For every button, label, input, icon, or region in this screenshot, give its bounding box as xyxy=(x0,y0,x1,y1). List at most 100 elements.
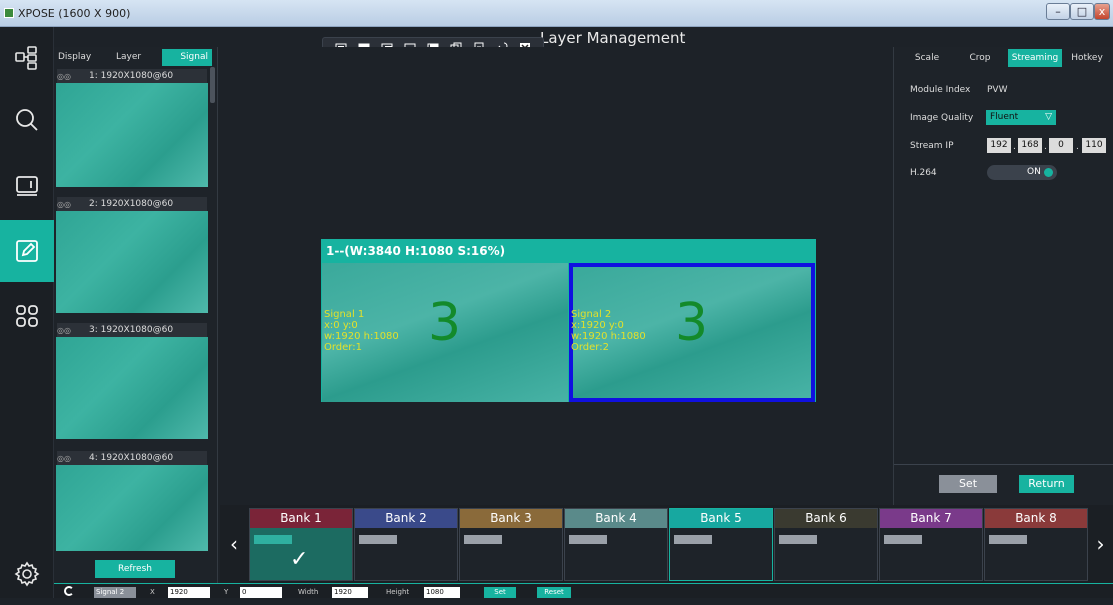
bank-2[interactable]: Bank 2 xyxy=(354,508,458,581)
screen-layout[interactable]: 1--(W:3840 H:1080 S:16%) Signal 1 x:0 y:… xyxy=(321,239,816,402)
bank-next-button[interactable]: › xyxy=(1088,505,1113,583)
tab-streaming[interactable]: Streaming xyxy=(1008,49,1062,67)
layer-number: 3 xyxy=(428,293,462,353)
nav-search-button[interactable] xyxy=(0,89,54,151)
nav-settings-button[interactable] xyxy=(0,543,54,605)
bank-label: Bank 8 xyxy=(985,509,1087,528)
bank-slot xyxy=(254,535,292,544)
bank-8[interactable]: Bank 8 xyxy=(984,508,1088,581)
bank-slot xyxy=(674,535,712,544)
stream-ip-octet-2[interactable]: 168 xyxy=(1018,138,1042,153)
width-label: Width xyxy=(298,588,319,596)
status-set-button[interactable]: Set xyxy=(484,587,516,598)
bank-3[interactable]: Bank 3 xyxy=(459,508,563,581)
bank-1[interactable]: Bank 1 ✓ xyxy=(249,508,353,581)
bank-4[interactable]: Bank 4 xyxy=(564,508,668,581)
preview-icon: ◎◎ xyxy=(57,199,71,209)
layer-info: Signal 2 x:1920 y:0 w:1920 h:1080 Order:… xyxy=(571,309,646,353)
close-button[interactable]: x xyxy=(1094,3,1110,20)
nav-layers-button[interactable] xyxy=(0,27,54,89)
toggle-knob xyxy=(1044,168,1053,177)
nav-edit-button[interactable] xyxy=(0,220,54,282)
tab-hotkey[interactable]: Hotkey xyxy=(1064,49,1110,67)
nav-apps-button[interactable] xyxy=(0,285,54,347)
bank-label: Bank 5 xyxy=(670,509,772,528)
chevron-right-icon: › xyxy=(1096,532,1105,556)
preview-icon: ◎◎ xyxy=(57,325,71,335)
power-icon xyxy=(64,586,74,596)
chevron-down-icon: ▽ xyxy=(1045,112,1052,122)
check-icon: ✓ xyxy=(290,547,309,572)
window-title: XPOSE (1600 X 900) xyxy=(18,7,131,20)
bank-prev-button[interactable]: ‹ xyxy=(220,505,248,583)
return-button[interactable]: Return xyxy=(1019,475,1074,493)
screen-title: 1--(W:3840 H:1080 S:16%) xyxy=(326,244,506,258)
image-quality-select[interactable]: Fluent ▽ xyxy=(986,110,1056,125)
tab-scale[interactable]: Scale xyxy=(902,49,952,67)
settings-icon xyxy=(14,561,40,587)
layer-2[interactable]: Signal 2 x:1920 y:0 w:1920 h:1080 Order:… xyxy=(569,263,815,402)
bank-slot xyxy=(359,535,397,544)
stream-ip-octet-3[interactable]: 0 xyxy=(1049,138,1073,153)
ip-separator: . xyxy=(1013,142,1016,152)
bank-7[interactable]: Bank 7 xyxy=(879,508,983,581)
tab-crop[interactable]: Crop xyxy=(954,49,1006,67)
height-input[interactable]: 1080 xyxy=(424,587,460,598)
chevron-left-icon: ‹ xyxy=(230,532,238,556)
x-input[interactable]: 1920 xyxy=(168,587,210,598)
stream-ip-octet-4[interactable]: 110 xyxy=(1082,138,1106,153)
signal-panel: Display Area Layer Signal ◎◎1: 1920X1080… xyxy=(54,47,218,583)
signal-thumbnail[interactable] xyxy=(56,83,208,187)
bank-label: Bank 4 xyxy=(565,509,667,528)
bank-bar: ‹ Bank 1 ✓ Bank 2 Bank 3 Bank 4 Bank 5 B… xyxy=(220,505,1113,583)
module-index-value: PVW xyxy=(987,85,1008,95)
h264-toggle[interactable]: ON xyxy=(987,165,1057,180)
signal-thumbnail[interactable] xyxy=(56,465,208,551)
preview-icon: ◎◎ xyxy=(57,453,71,463)
signal-thumbnail[interactable] xyxy=(56,337,208,439)
bank-5[interactable]: Bank 5 xyxy=(669,508,773,581)
bank-label: Bank 3 xyxy=(460,509,562,528)
maximize-button[interactable]: □ xyxy=(1070,3,1094,20)
bank-slot xyxy=(989,535,1027,544)
tab-display-area[interactable]: Display Area xyxy=(54,49,112,79)
properties-panel: Scale Crop Streaming Hotkey Module Index… xyxy=(893,47,1113,505)
minimize-button[interactable]: – xyxy=(1046,3,1070,20)
bank-label: Bank 7 xyxy=(880,509,982,528)
ip-separator: . xyxy=(1076,142,1079,152)
signal-field[interactable]: Signal 2 xyxy=(94,587,136,598)
h264-label: H.264 xyxy=(910,168,937,178)
x-label: X xyxy=(150,588,155,596)
signal-list-scrollbar[interactable] xyxy=(210,67,215,103)
width-input[interactable]: 1920 xyxy=(332,587,368,598)
layer-1[interactable]: Signal 1 x:0 y:0 w:1920 h:1080 Order:1 3 xyxy=(322,263,568,402)
layer-number: 3 xyxy=(675,293,709,353)
ip-separator: . xyxy=(1044,142,1047,152)
tab-signal[interactable]: Signal xyxy=(162,49,212,66)
preview-icon: ◎◎ xyxy=(57,71,71,81)
image-quality-label: Image Quality xyxy=(910,113,974,123)
tab-layer[interactable]: Layer xyxy=(112,49,162,66)
bank-label: Bank 1 xyxy=(250,509,352,528)
window-titlebar: XPOSE (1600 X 900) – □ x xyxy=(0,0,1113,27)
bank-6[interactable]: Bank 6 xyxy=(774,508,878,581)
module-index-label: Module Index xyxy=(910,85,971,95)
signal-caption: ◎◎ 1: 1920X1080@60 xyxy=(57,69,207,83)
y-input[interactable]: 0 xyxy=(240,587,282,598)
bank-slot xyxy=(884,535,922,544)
apps-icon xyxy=(16,305,38,327)
stream-ip-octet-1[interactable]: 192 xyxy=(987,138,1011,153)
nav-display-button[interactable] xyxy=(0,155,54,217)
edit-icon xyxy=(16,240,38,262)
search-icon xyxy=(16,109,38,131)
set-button[interactable]: Set xyxy=(939,475,997,493)
page-title: Layer Management xyxy=(540,29,686,47)
left-nav xyxy=(0,27,54,598)
bank-slot xyxy=(779,535,817,544)
bank-label: Bank 2 xyxy=(355,509,457,528)
refresh-button[interactable]: Refresh xyxy=(95,560,175,578)
bank-slot xyxy=(464,535,502,544)
stream-ip-label: Stream IP xyxy=(910,141,954,151)
status-reset-button[interactable]: Reset xyxy=(537,587,571,598)
signal-thumbnail[interactable] xyxy=(56,211,208,313)
